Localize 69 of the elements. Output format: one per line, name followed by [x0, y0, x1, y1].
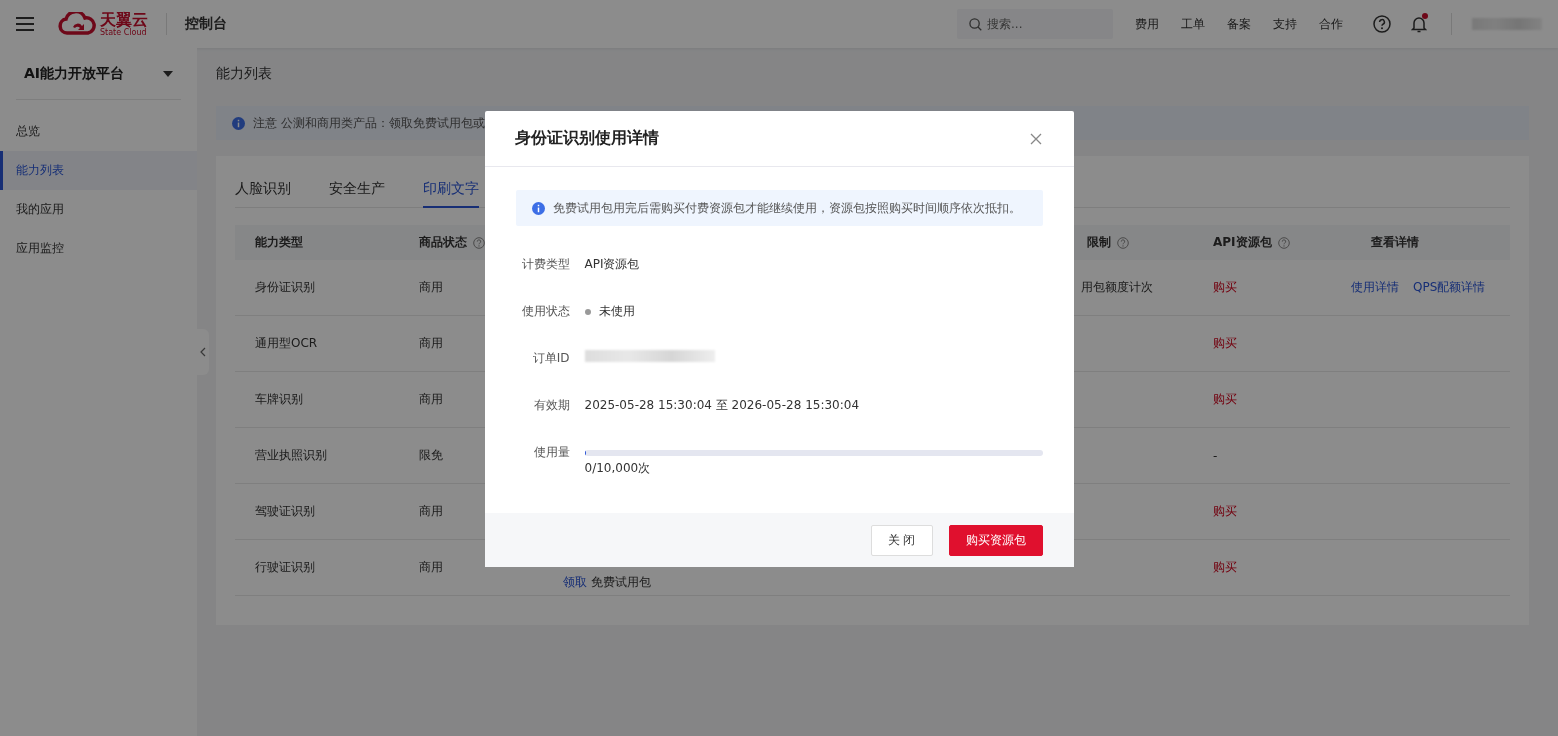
field-label: 计费类型 — [520, 256, 570, 273]
cloud-logo-icon — [58, 12, 96, 36]
table-cell: 行驶证识别 — [255, 559, 315, 576]
table-cell: - — [1213, 448, 1218, 463]
detail-link[interactable]: QPS配额详情 — [1413, 279, 1486, 296]
table-cell: 驾驶证识别 — [255, 503, 315, 520]
top-nav-link[interactable]: 合作 — [1319, 15, 1343, 33]
info-icon — [531, 201, 545, 215]
sidebar-item[interactable]: 应用监控 — [0, 229, 197, 268]
table-cell: 限免 — [419, 447, 443, 464]
table-cell: 营业执照识别 — [255, 447, 327, 464]
info-icon — [232, 116, 245, 130]
table-cell: 免费试用包 — [591, 574, 651, 591]
column-header: API资源包 — [1213, 234, 1272, 251]
buy-link[interactable]: 购买 — [1213, 391, 1237, 408]
table-cell: 商用 — [419, 559, 443, 576]
field-label: 有效期 — [532, 397, 570, 414]
search-icon — [969, 18, 982, 31]
alert-text: 免费试用包用完后需购买付费资源包才能继续使用，资源包按照购买时间顺序依次抵扣。 — [552, 200, 1021, 216]
table-cell: 商用 — [419, 503, 443, 520]
claim-link[interactable]: 领取 — [563, 574, 587, 591]
top-nav-link[interactable]: 工单 — [1181, 15, 1205, 33]
platform-selector[interactable]: AI能力开放平台 — [16, 48, 181, 100]
sidebar-item[interactable]: 我的应用 — [0, 190, 197, 229]
bell-icon[interactable] — [1411, 15, 1427, 33]
buy-link[interactable]: 购买 — [1213, 503, 1237, 520]
dialog-title: 身份证识别使用详情 — [514, 128, 659, 149]
buy-link[interactable]: 购买 — [1213, 279, 1237, 296]
caret-icon — [163, 70, 173, 77]
table-cell: 通用型OCR — [255, 335, 318, 352]
column-header: 查看详情 — [1371, 234, 1419, 251]
table-cell: 车牌识别 — [255, 391, 303, 408]
page-title: 能力列表 — [216, 65, 273, 83]
column-header: 能力类型 — [255, 234, 303, 251]
sidebar-item[interactable]: 能力列表 — [0, 151, 197, 190]
table-cell: 用包额度计次 — [1081, 279, 1153, 296]
buy-package-button[interactable]: 购买资源包 — [948, 524, 1043, 556]
console-title: 控制台 — [185, 15, 227, 33]
top-nav-link[interactable]: 费用 — [1135, 15, 1159, 33]
sidebar-item[interactable]: 总览 — [0, 112, 197, 151]
menu-icon[interactable] — [16, 17, 34, 31]
buy-link[interactable]: 购买 — [1213, 335, 1237, 352]
buy-link[interactable]: 购买 — [1213, 559, 1237, 576]
help-icon[interactable] — [1373, 15, 1391, 33]
field-label: 订单ID — [531, 350, 570, 367]
field-value: API资源包 — [584, 256, 641, 273]
detail-link[interactable]: 使用详情 — [1351, 279, 1399, 296]
usage-text: 0/10,000次 — [584, 460, 652, 477]
field-label: 使用状态 — [520, 303, 570, 320]
search-field[interactable]: 搜索... — [957, 9, 1113, 39]
logo-text: 天翼云 — [100, 11, 148, 28]
field-label: 使用量 — [532, 444, 570, 461]
field-value: 2025-05-28 15:30:04 至 2026-05-28 15:30:04 — [584, 397, 861, 414]
close-dialog-button[interactable]: 关 闭 — [870, 524, 933, 556]
column-header: 商品状态 — [419, 234, 467, 251]
table-cell: 身份证识别 — [255, 279, 315, 296]
top-nav-link[interactable]: 支持 — [1273, 15, 1297, 33]
logo-subtitle: State Cloud — [100, 27, 147, 37]
notice-text: 注意 公测和商用类产品：领取免费试用包或 — [253, 114, 485, 132]
column-header: 限制 — [1087, 234, 1111, 251]
table-cell: 商用 — [419, 335, 443, 352]
table-cell: 商用 — [419, 391, 443, 408]
collapse-handle[interactable] — [197, 329, 209, 375]
tab[interactable]: 安全生产 — [329, 174, 385, 208]
tab[interactable]: 印刷文字 — [423, 174, 479, 208]
top-nav-link[interactable]: 备案 — [1227, 15, 1251, 33]
status-text: 未使用 — [598, 303, 635, 320]
tab[interactable]: 人脸识别 — [235, 174, 291, 208]
table-cell: 商用 — [419, 279, 443, 296]
